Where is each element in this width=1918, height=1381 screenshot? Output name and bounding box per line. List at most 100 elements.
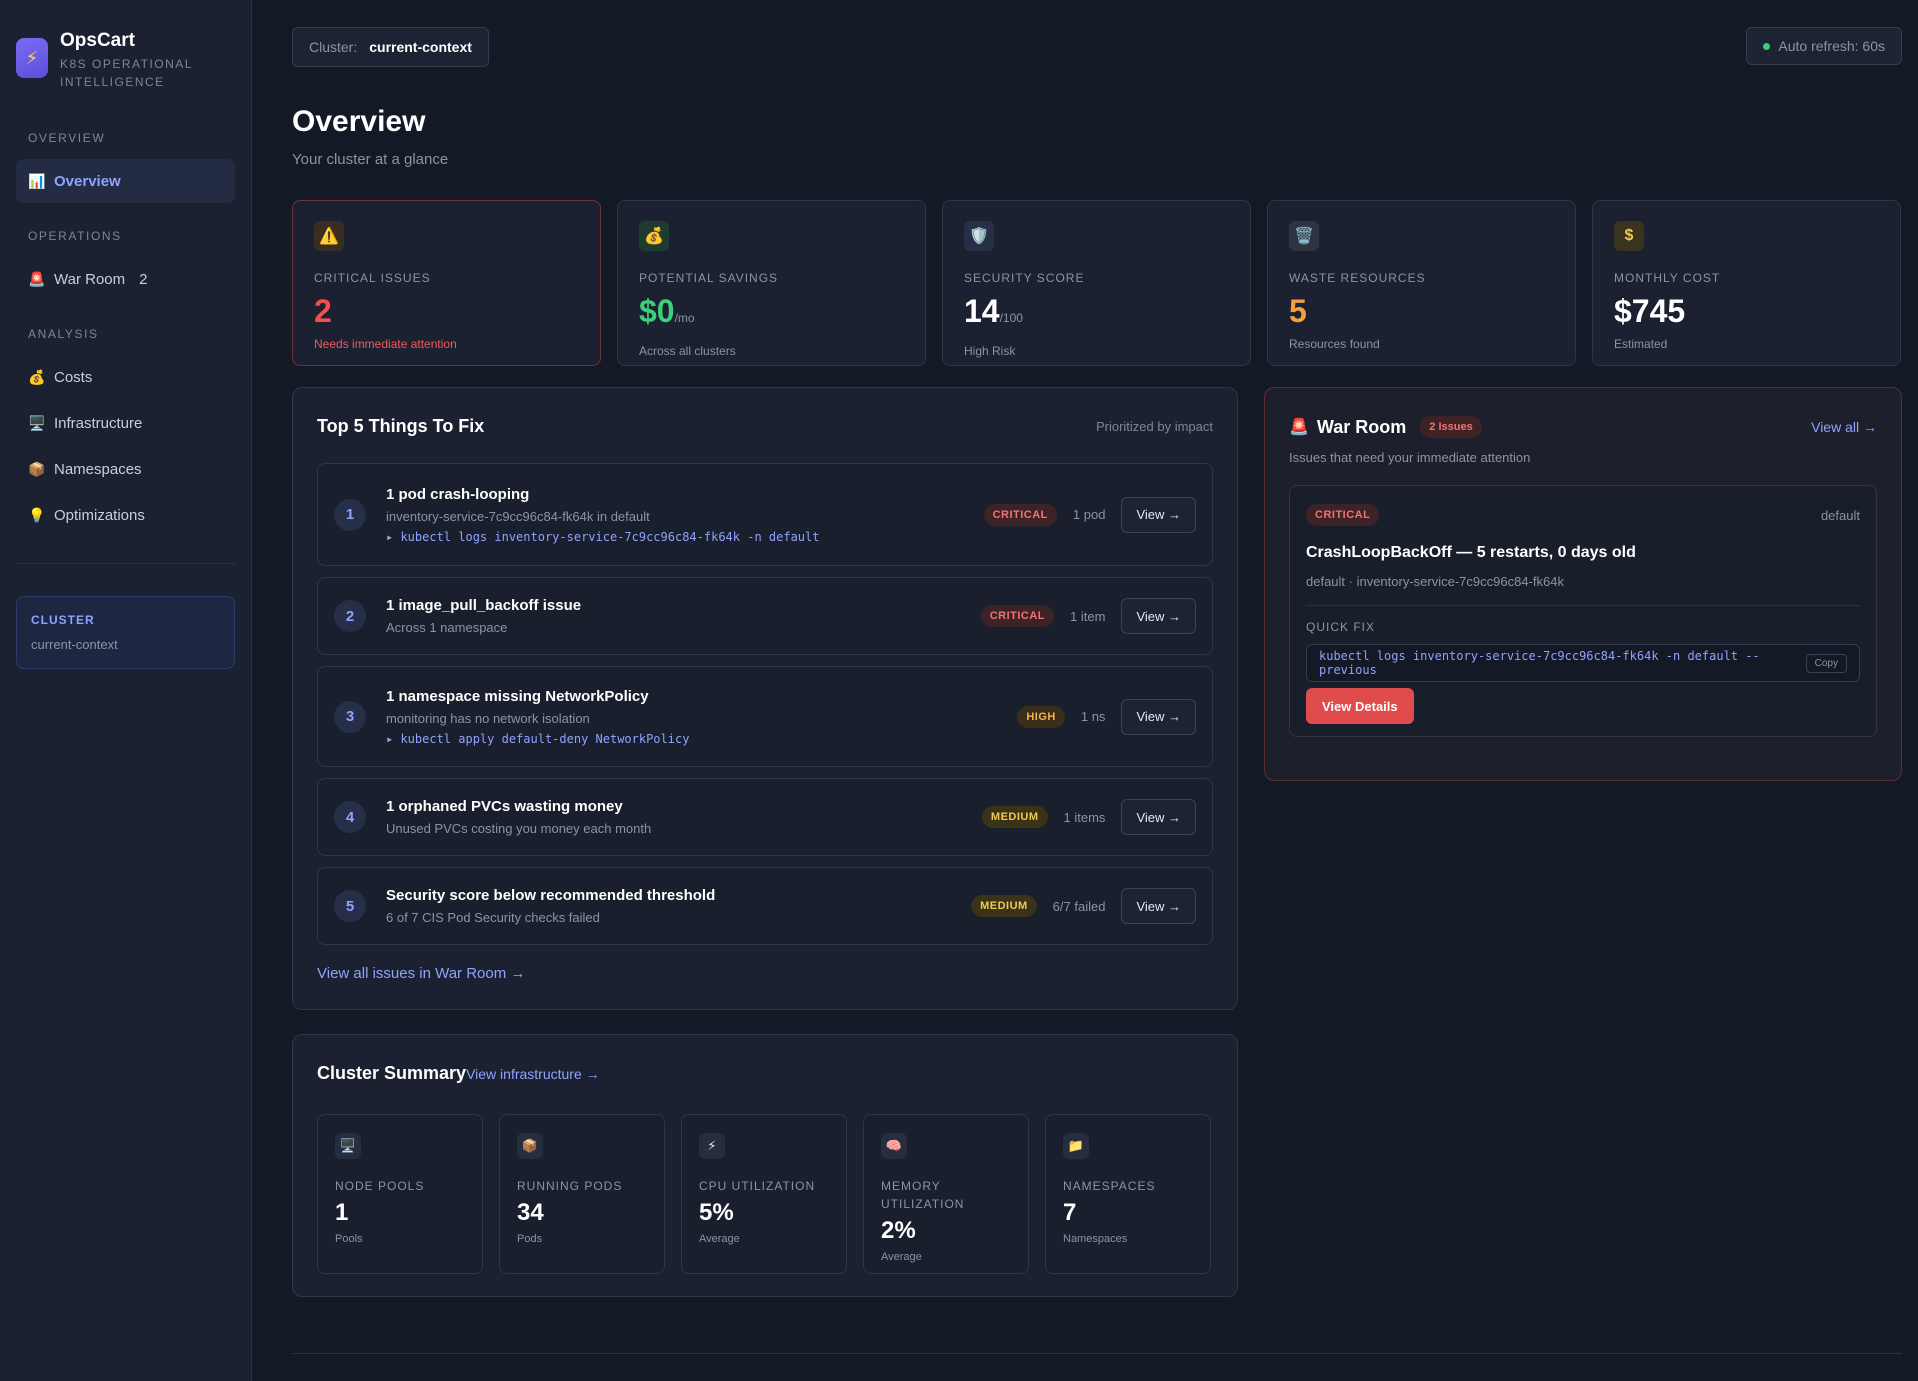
summary-label: NODE POOLS bbox=[335, 1179, 425, 1193]
auto-refresh-label: Auto refresh: 60s bbox=[1778, 38, 1885, 54]
cluster-summary-header: Cluster Summary View infrastructure → bbox=[317, 1063, 1213, 1084]
package-icon: 📦 bbox=[517, 1133, 543, 1159]
status-dot-icon bbox=[1763, 42, 1771, 50]
summary-card-memory-utilization[interactable]: 🧠 MEMORY UTILIZATION 2% Average bbox=[863, 1114, 1029, 1274]
fix-body: 1 image_pull_backoff issue Across 1 name… bbox=[386, 597, 981, 635]
fix-item: 4 1 orphaned PVCs wasting money Unused P… bbox=[317, 778, 1213, 856]
fix-description: inventory-service-7c9cc96c84-fk64k in de… bbox=[386, 508, 650, 524]
cluster-value: current-context bbox=[31, 637, 118, 652]
issue-title: CrashLoopBackOff — 5 restarts, 0 days ol… bbox=[1306, 544, 1636, 561]
summary-label: MEMORY UTILIZATION bbox=[881, 1179, 965, 1211]
stat-value: $745 bbox=[1614, 293, 1879, 329]
fix-actions: MEDIUM 1 items View → bbox=[981, 799, 1196, 835]
stat-card-monthly-cost[interactable]: $ MONTHLY COST $745 Estimated bbox=[1592, 200, 1901, 366]
fix-item: 5 Security score below recommended thres… bbox=[317, 867, 1213, 945]
lightning-icon: ⚡ bbox=[16, 38, 48, 78]
stat-note: Needs immediate attention bbox=[314, 337, 457, 351]
fix-command: ▸ kubectl apply default-deny NetworkPoli… bbox=[386, 731, 690, 746]
nav-section-label: OVERVIEW bbox=[28, 131, 106, 145]
sidebar-item-optimizations[interactable]: 💡 Optimizations bbox=[16, 493, 235, 537]
fix-title: Security score below recommended thresho… bbox=[386, 887, 716, 904]
stat-cards: ⚠️ CRITICAL ISSUES 2 Needs immediate att… bbox=[292, 200, 1902, 366]
view-button[interactable]: View → bbox=[1121, 598, 1196, 634]
summary-card-cpu-utilization[interactable]: ⚡ CPU UTILIZATION 5% Average bbox=[681, 1114, 847, 1274]
top-fixes-subtitle: Prioritized by impact bbox=[1095, 419, 1213, 434]
stat-value: 5 bbox=[1289, 293, 1554, 329]
summary-cards: 🖥️ NODE POOLS 1 Pools 📦 RUNNING PODS 34 … bbox=[317, 1114, 1213, 1274]
stat-unit: /100 bbox=[999, 311, 1023, 325]
sidebar-item-war-room[interactable]: 🚨 War Room 2 bbox=[16, 257, 235, 301]
fix-body: 1 pod crash-looping inventory-service-7c… bbox=[386, 486, 984, 544]
cluster-selector[interactable]: Cluster: current-context bbox=[292, 27, 489, 67]
stat-value: 2 bbox=[314, 293, 579, 329]
summary-card-namespaces[interactable]: 📁 NAMESPACES 7 Namespaces bbox=[1045, 1114, 1211, 1274]
view-button[interactable]: View → bbox=[1121, 888, 1196, 924]
sidebar-item-label: Optimizations bbox=[54, 506, 145, 524]
war-room-title-group: 🚨 War Room 2 Issues bbox=[1289, 416, 1482, 438]
cluster-label: CLUSTER bbox=[31, 613, 95, 627]
summary-note: Pods bbox=[517, 1233, 543, 1245]
issue-meta: default · inventory-service-7c9cc96c84-f… bbox=[1306, 574, 1860, 606]
nav-section-label: OPERATIONS bbox=[28, 229, 122, 243]
war-room-count: 2 bbox=[139, 270, 148, 288]
cluster-summary-title: Cluster Summary bbox=[317, 1063, 467, 1083]
auto-refresh-indicator[interactable]: Auto refresh: 60s bbox=[1746, 27, 1902, 65]
chart-icon: 📊 bbox=[28, 172, 46, 189]
warning-icon: ⚠️ bbox=[314, 221, 344, 251]
sidebar-item-infrastructure[interactable]: 🖥️ Infrastructure bbox=[16, 401, 235, 445]
sidebar-item-namespaces[interactable]: 📦 Namespaces bbox=[16, 447, 235, 491]
severity-badge: HIGH bbox=[1017, 705, 1065, 728]
stat-card-potential-savings[interactable]: 💰 POTENTIAL SAVINGS $0/mo Across all clu… bbox=[617, 200, 926, 366]
stat-card-waste-resources[interactable]: 🗑️ WASTE RESOURCES 5 Resources found bbox=[1267, 200, 1576, 366]
stat-label: CRITICAL ISSUES bbox=[314, 271, 431, 285]
summary-value: 7 bbox=[1063, 1199, 1077, 1226]
nav-group-analysis: ANALYSIS 💰 Costs 🖥️ Infrastructure 📦 Nam… bbox=[16, 327, 235, 537]
nav-group-operations: OPERATIONS 🚨 War Room 2 bbox=[16, 229, 235, 301]
monitor-icon: 🖥️ bbox=[335, 1133, 361, 1159]
summary-card-node-pools[interactable]: 🖥️ NODE POOLS 1 Pools bbox=[317, 1114, 483, 1274]
fix-description: Across 1 namespace bbox=[386, 620, 508, 635]
view-button[interactable]: View → bbox=[1121, 799, 1196, 835]
war-room-panel: 🚨 War Room 2 Issues View all → Issues th… bbox=[1264, 387, 1902, 781]
sidebar-item-label: War Room bbox=[54, 270, 126, 288]
top-fixes-header: Top 5 Things To Fix Prioritized by impac… bbox=[317, 416, 1213, 437]
fix-command: ▸ kubectl logs inventory-service-7c9cc96… bbox=[386, 529, 820, 544]
fix-actions: HIGH 1 ns View → bbox=[1017, 698, 1196, 735]
view-button[interactable]: View → bbox=[1121, 698, 1196, 735]
stat-number: $745 bbox=[1614, 293, 1686, 329]
view-button[interactable]: View → bbox=[1121, 496, 1196, 533]
trash-icon: 🗑️ bbox=[1289, 221, 1319, 251]
issue-namespace: default bbox=[1820, 507, 1860, 523]
sidebar-item-costs[interactable]: 💰 Costs bbox=[16, 355, 235, 399]
brand: ⚡ OpsCart K8S OPERATIONAL INTELLIGENCE bbox=[16, 30, 235, 91]
summary-card-running-pods[interactable]: 📦 RUNNING PODS 34 Pods bbox=[499, 1114, 665, 1274]
summary-value: 2% bbox=[881, 1217, 916, 1244]
stat-number: 2 bbox=[314, 293, 332, 329]
stat-number: 5 bbox=[1289, 293, 1307, 329]
view-all-issues-link[interactable]: View all issues in War Room → bbox=[317, 965, 525, 982]
stat-card-security-score[interactable]: 🛡️ SECURITY SCORE 14/100 High Risk bbox=[942, 200, 1251, 366]
stat-note: Estimated bbox=[1614, 337, 1668, 351]
fix-actions: CRITICAL 1 item View → bbox=[980, 598, 1196, 634]
fix-actions: MEDIUM 6/7 failed View → bbox=[971, 888, 1196, 924]
sidebar-item-overview[interactable]: 📊 Overview bbox=[16, 159, 235, 203]
stat-label: POTENTIAL SAVINGS bbox=[639, 271, 779, 285]
moneybag-icon: 💰 bbox=[28, 368, 46, 385]
shield-icon: 🛡️ bbox=[964, 221, 994, 251]
view-infrastructure-link[interactable]: View infrastructure → bbox=[466, 1066, 600, 1082]
war-room-view-all-link[interactable]: View all → bbox=[1811, 419, 1877, 435]
copy-button[interactable]: Copy bbox=[1805, 653, 1847, 673]
fix-body: Security score below recommended thresho… bbox=[386, 887, 971, 925]
siren-icon: 🚨 bbox=[1289, 419, 1309, 436]
stat-card-critical-issues[interactable]: ⚠️ CRITICAL ISSUES 2 Needs immediate att… bbox=[292, 200, 601, 366]
stat-note: High Risk bbox=[964, 344, 1016, 358]
page-subtitle: Your cluster at a glance bbox=[292, 151, 449, 168]
view-details-button[interactable]: View Details bbox=[1306, 688, 1414, 724]
stat-value: 14/100 bbox=[964, 293, 1229, 336]
sidebar-item-label: Overview bbox=[54, 172, 121, 190]
brain-icon: 🧠 bbox=[881, 1133, 907, 1159]
issue-card-header: CRITICAL default bbox=[1306, 504, 1860, 526]
topbar: Cluster: current-context Auto refresh: 6… bbox=[292, 27, 1902, 95]
fix-list: 1 1 pod crash-looping inventory-service-… bbox=[317, 463, 1213, 945]
main-content: Cluster: current-context Auto refresh: 6… bbox=[292, 0, 1902, 1354]
